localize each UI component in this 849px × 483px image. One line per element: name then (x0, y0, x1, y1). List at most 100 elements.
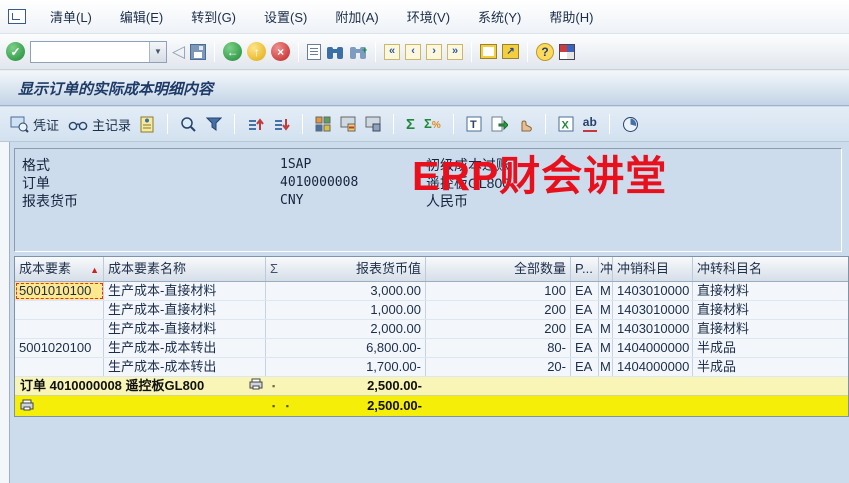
grand-total-row: ▪ ▪ 2,500.00- (15, 396, 848, 416)
choose-layout-button[interactable] (315, 116, 331, 132)
choose-detail-button[interactable] (517, 116, 533, 132)
back-arrow-button[interactable]: ◁ (172, 43, 185, 60)
cell-offset-account-name[interactable]: 直接材料 (693, 301, 848, 319)
column-header-offset-flag[interactable]: 冲 (599, 257, 613, 281)
column-header-total-qty[interactable]: 全部数量 (426, 257, 571, 281)
cell-offset-flag[interactable]: M (599, 301, 613, 319)
cell-total-qty[interactable]: 80- (426, 339, 571, 357)
customize-layout-button[interactable] (559, 44, 575, 60)
cell-cost-element-name[interactable]: 生产成本-直接材料 (104, 301, 266, 319)
toolbar-separator (298, 42, 299, 62)
cell-offset-account-name[interactable]: 直接材料 (693, 320, 848, 338)
cell-unit[interactable]: EA (571, 358, 599, 376)
menu-item-system[interactable]: 系统(Y) (464, 3, 535, 30)
cell-cost-element-name[interactable]: 生产成本-成本转出 (104, 339, 266, 357)
cell-cost-element-name[interactable]: 生产成本-直接材料 (104, 282, 266, 300)
menu-item-environment[interactable]: 环境(V) (393, 3, 464, 30)
cell-cost-element[interactable] (15, 301, 104, 319)
word-processing-button[interactable]: T (466, 116, 482, 132)
print-button[interactable] (307, 44, 321, 60)
filter-button[interactable] (206, 116, 222, 132)
cell-total-qty[interactable]: 200 (426, 301, 571, 319)
cell-offset-account[interactable]: 1404000000 (613, 339, 693, 357)
subtotal-button[interactable]: Σ% (424, 117, 441, 131)
exit-button[interactable]: ↑ (247, 42, 266, 61)
sort-ascending-button[interactable] (247, 117, 264, 132)
detail-button[interactable] (140, 116, 155, 133)
cell-report-currency-value[interactable]: 3,000.00 (266, 282, 426, 300)
menu-item-goto[interactable]: 转到(G) (177, 3, 250, 30)
cell-offset-flag[interactable]: M (599, 358, 613, 376)
excel-view-button[interactable]: X (558, 116, 574, 132)
cell-offset-flag[interactable]: M (599, 282, 613, 300)
last-page-button[interactable]: » (447, 44, 463, 60)
cell-cost-element-name[interactable]: 生产成本-直接材料 (104, 320, 266, 338)
first-page-button[interactable]: « (384, 44, 400, 60)
command-input[interactable] (31, 42, 149, 62)
new-session-button[interactable] (480, 44, 497, 59)
cell-report-currency-value[interactable]: 1,700.00- (266, 358, 426, 376)
cancel-button[interactable]: × (271, 42, 290, 61)
cell-unit[interactable]: EA (571, 339, 599, 357)
column-header-report-currency-value[interactable]: Σ 报表货币值 (266, 257, 426, 281)
toolbar-separator (393, 114, 394, 134)
cell-offset-flag[interactable]: M (599, 339, 613, 357)
change-layout-button[interactable] (340, 116, 356, 132)
document-button[interactable]: 凭证 (10, 115, 59, 134)
menu-item-edit[interactable]: 编辑(E) (106, 3, 177, 30)
column-header-unit[interactable]: P... (571, 257, 599, 281)
cell-offset-account-name[interactable]: 直接材料 (693, 282, 848, 300)
cell-unit[interactable]: EA (571, 301, 599, 319)
cell-total-qty[interactable]: 20- (426, 358, 571, 376)
enter-button[interactable]: ✓ (6, 42, 25, 61)
cell-offset-account[interactable]: 1403010000 (613, 282, 693, 300)
save-button[interactable] (190, 44, 206, 60)
cell-offset-account-name[interactable]: 半成品 (693, 358, 848, 376)
cell-cost-element[interactable]: 5001020100 (15, 339, 104, 357)
find-next-button[interactable]: + (349, 44, 367, 60)
back-button[interactable]: ← (223, 42, 242, 61)
cell-offset-flag[interactable]: M (599, 320, 613, 338)
menu-item-help[interactable]: 帮助(H) (535, 3, 607, 30)
cell-offset-account[interactable]: 1403010000 (613, 320, 693, 338)
menu-item-list[interactable]: 清单(L) (36, 3, 106, 30)
cell-offset-account[interactable]: 1403010000 (613, 301, 693, 319)
cell-report-currency-value[interactable]: 2,000.00 (266, 320, 426, 338)
toolbar-separator (471, 42, 472, 62)
save-layout-button[interactable] (365, 116, 381, 132)
cell-total-qty[interactable]: 100 (426, 282, 571, 300)
menu-item-settings[interactable]: 设置(S) (250, 3, 321, 30)
export-button[interactable] (491, 116, 508, 132)
toolbar-separator (609, 114, 610, 134)
cell-cost-element-name[interactable]: 生产成本-成本转出 (104, 358, 266, 376)
cell-report-currency-value[interactable]: 6,800.00- (266, 339, 426, 357)
system-menu-icon[interactable] (8, 9, 26, 24)
column-header-offset-account[interactable]: 冲销科目 (613, 257, 693, 281)
find-button[interactable] (326, 44, 344, 60)
cell-unit[interactable]: EA (571, 320, 599, 338)
chevron-down-icon[interactable]: ▼ (149, 42, 166, 62)
next-page-button[interactable]: › (426, 44, 442, 60)
search-button[interactable] (180, 116, 197, 133)
menu-item-extras[interactable]: 附加(A) (321, 3, 392, 30)
cell-unit[interactable]: EA (571, 282, 599, 300)
cell-offset-account-name[interactable]: 半成品 (693, 339, 848, 357)
previous-page-button[interactable]: ‹ (405, 44, 421, 60)
abc-analysis-button[interactable]: ab (583, 116, 597, 131)
cell-cost-element[interactable] (15, 358, 104, 376)
cell-cost-element[interactable]: 5001010100 (15, 282, 104, 300)
sort-descending-button[interactable] (273, 117, 290, 132)
column-header-cost-element[interactable]: 成本要素▲ (15, 257, 104, 281)
column-header-offset-account-name[interactable]: 冲转科目名 (693, 257, 848, 281)
report-currency-value-header: 报表货币值 (292, 257, 425, 281)
help-button[interactable]: ? (536, 43, 554, 61)
create-shortcut-button[interactable]: ↗ (502, 44, 519, 59)
cell-report-currency-value[interactable]: 1,000.00 (266, 301, 426, 319)
total-button[interactable]: Σ (406, 117, 415, 132)
master-record-button[interactable]: 主记录 (68, 115, 131, 134)
column-header-cost-element-name[interactable]: 成本要素名称 (104, 257, 266, 281)
call-report-button[interactable] (622, 116, 639, 133)
cell-offset-account[interactable]: 1404000000 (613, 358, 693, 376)
cell-total-qty[interactable]: 200 (426, 320, 571, 338)
cell-cost-element[interactable] (15, 320, 104, 338)
